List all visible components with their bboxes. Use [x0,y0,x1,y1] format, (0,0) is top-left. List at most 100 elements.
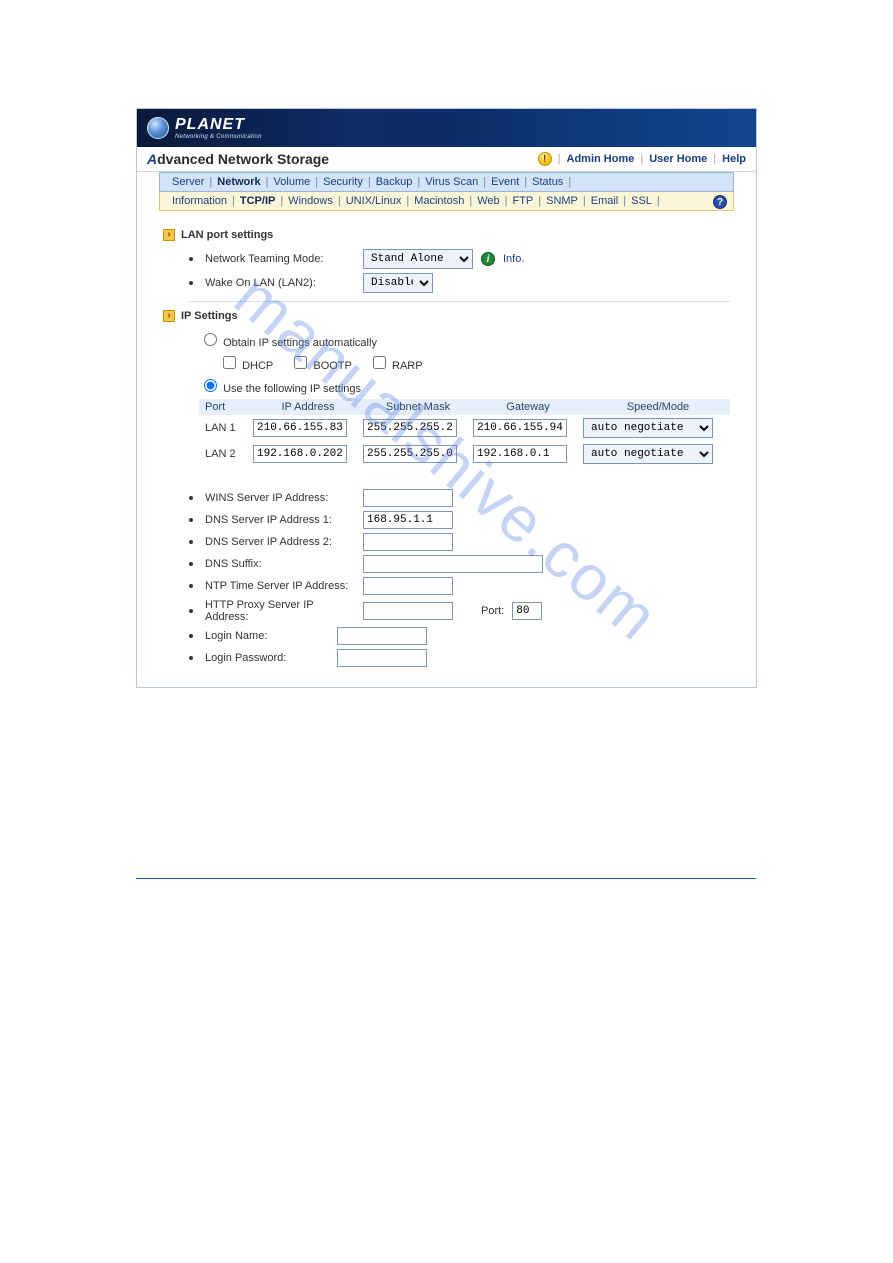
ip-auto-option[interactable]: Obtain IP settings automatically [199,337,377,349]
proxy-input[interactable] [363,602,453,620]
title-bar: Advanced Network Storage ! | Admin Home … [137,147,756,172]
bullet-icon [189,562,193,566]
lan2-gw-input[interactable] [473,445,567,463]
lan2-mask-input[interactable] [363,445,457,463]
suffix-input[interactable] [363,555,543,573]
tab-virus-scan[interactable]: Virus Scan [421,176,482,188]
lan1-speed-select[interactable]: auto negotiate [583,418,713,438]
page-rule [136,878,756,879]
subtab-windows[interactable]: Windows [284,195,337,207]
lan2-ip-input[interactable] [253,445,347,463]
col-ip: IP Address [253,401,363,413]
logo-globe-icon [147,117,169,139]
dns1-label: DNS Server IP Address 1: [205,514,355,526]
lan1-mask-input[interactable] [363,419,457,437]
bullet-icon [189,257,193,261]
rarp-option[interactable]: RARP [369,360,423,372]
ip-row-lan2: LAN 2 auto negotiate [199,441,730,467]
lan2-label: LAN 2 [205,448,253,460]
link-user-home[interactable]: User Home [649,153,707,165]
info-icon[interactable]: i [481,252,495,266]
login-pw-label: Login Password: [205,652,329,664]
login-name-input[interactable] [337,627,427,645]
lan2-speed-select[interactable]: auto negotiate [583,444,713,464]
lan1-gw-input[interactable] [473,419,567,437]
tab-status[interactable]: Status [528,176,567,188]
section-ip: IP Settings [163,310,730,322]
ip-manual-option[interactable]: Use the following IP settings [199,383,361,395]
dns2-input[interactable] [363,533,453,551]
col-gw: Gateway [473,401,583,413]
tab-network[interactable]: Network [213,176,264,188]
subtab-web[interactable]: Web [473,195,503,207]
login-pw-input[interactable] [337,649,427,667]
link-admin-home[interactable]: Admin Home [567,153,635,165]
bullet-icon [189,656,193,660]
ip-table: Port IP Address Subnet Mask Gateway Spee… [199,399,730,467]
section-lan-title: LAN port settings [181,229,273,241]
ip-manual-radio[interactable] [204,379,217,392]
dns1-input[interactable] [363,511,453,529]
tab-event[interactable]: Event [487,176,523,188]
sub-tabs: Information| TCP/IP| Windows| UNIX/Linux… [159,192,734,211]
bullet-icon [189,634,193,638]
wins-label: WINS Server IP Address: [205,492,355,504]
bullet-icon [189,496,193,500]
bullet-icon [189,584,193,588]
bootp-option[interactable]: BOOTP [290,360,352,372]
dhcp-checkbox[interactable] [223,356,236,369]
subtab-macintosh[interactable]: Macintosh [410,195,468,207]
col-port: Port [205,401,253,413]
subtab-email[interactable]: Email [587,195,623,207]
bullet-icon [189,540,193,544]
proxy-label: HTTP Proxy Server IP Address: [205,599,355,623]
lan1-label: LAN 1 [205,422,253,434]
divider [189,301,730,302]
bullet-icon [189,281,193,285]
ip-auto-radio[interactable] [204,333,217,346]
top-links: ! | Admin Home | User Home | Help [538,152,746,166]
link-help[interactable]: Help [722,153,746,165]
bullet-icon [189,518,193,522]
wol-select[interactable]: Disabled [363,273,433,293]
port-input[interactable] [512,602,542,620]
main-tabs: Server| Network| Volume| Security| Backu… [159,172,734,192]
wins-input[interactable] [363,489,453,507]
info-link[interactable]: Info. [503,253,524,265]
brand-name: PLANET [175,117,262,133]
rarp-checkbox[interactable] [373,356,386,369]
ip-row-lan1: LAN 1 auto negotiate [199,415,730,441]
tab-volume[interactable]: Volume [270,176,315,188]
teaming-select[interactable]: Stand Alone [363,249,473,269]
section-lan: LAN port settings [163,229,730,241]
subtab-unixlinux[interactable]: UNIX/Linux [342,195,406,207]
subtab-ssl[interactable]: SSL [627,195,656,207]
col-speed: Speed/Mode [583,401,733,413]
ip-table-header: Port IP Address Subnet Mask Gateway Spee… [199,399,730,415]
section-ip-title: IP Settings [181,310,238,322]
page-title: Advanced Network Storage [147,151,329,167]
col-mask: Subnet Mask [363,401,473,413]
help-icon[interactable]: ? [713,195,727,209]
suffix-label: DNS Suffix: [205,558,355,570]
tab-security[interactable]: Security [319,176,367,188]
subtab-information[interactable]: Information [168,195,231,207]
tab-backup[interactable]: Backup [372,176,417,188]
dns2-label: DNS Server IP Address 2: [205,536,355,548]
ntp-input[interactable] [363,577,453,595]
subtab-ftp[interactable]: FTP [508,195,537,207]
ntp-label: NTP Time Server IP Address: [205,580,355,592]
alert-icon[interactable]: ! [538,152,552,166]
subtab-snmp[interactable]: SNMP [542,195,582,207]
brand-tagline: Networking & Communication [175,134,262,140]
lan1-ip-input[interactable] [253,419,347,437]
banner: PLANET Networking & Communication [137,109,756,147]
app-window: PLANET Networking & Communication Advanc… [136,108,757,688]
wol-label: Wake On LAN (LAN2): [205,277,355,289]
tab-server[interactable]: Server [168,176,208,188]
login-name-label: Login Name: [205,630,329,642]
dhcp-option[interactable]: DHCP [219,360,273,372]
bullet-icon [189,609,193,613]
subtab-tcpip[interactable]: TCP/IP [236,195,279,207]
bootp-checkbox[interactable] [294,356,307,369]
